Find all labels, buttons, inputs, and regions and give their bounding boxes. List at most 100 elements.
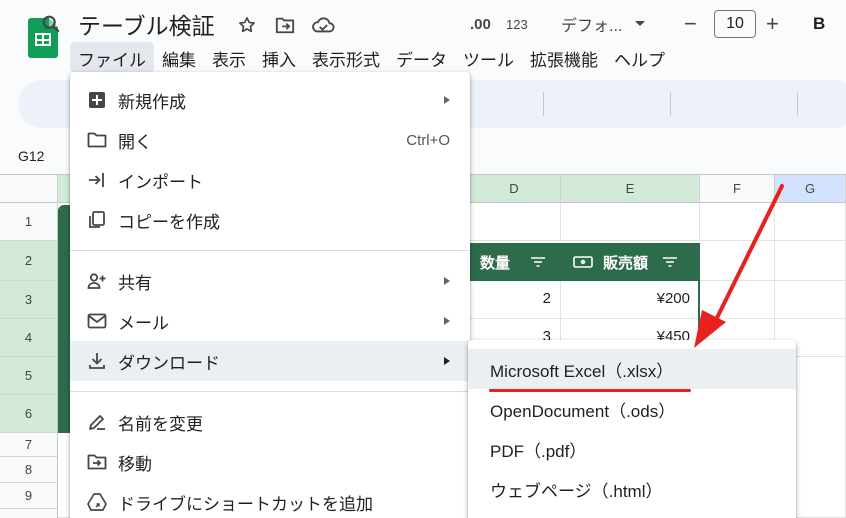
download-submenu: Microsoft Excel（.xlsx） OpenDocument（.ods… — [468, 340, 796, 518]
row-header-1[interactable]: 1 — [0, 203, 58, 241]
decimal-increase-icon[interactable]: .00 — [470, 0, 491, 48]
folder-icon — [86, 129, 108, 151]
rename-icon — [86, 411, 108, 433]
file-menu-import[interactable]: インポート — [70, 160, 470, 200]
menu-view[interactable]: 表示 — [204, 42, 254, 72]
font-size-increase-button[interactable]: + — [766, 0, 779, 48]
submenu-arrow-icon — [444, 96, 450, 104]
mail-icon — [86, 310, 108, 332]
download-excel-label: Microsoft Excel（.xlsx） — [490, 361, 674, 381]
name-box[interactable]: G12 — [18, 148, 44, 164]
row-header-5[interactable]: 5 — [0, 357, 58, 395]
download-icon — [86, 350, 108, 372]
file-menu-download-label: ダウンロード — [118, 353, 220, 373]
move-icon — [86, 451, 108, 473]
row-header-6[interactable]: 6 — [0, 395, 58, 433]
cell-e1[interactable] — [561, 203, 700, 241]
font-size-decrease-button[interactable]: − — [684, 0, 697, 48]
download-ods[interactable]: OpenDocument（.ods） — [468, 389, 796, 429]
toolbar-divider — [670, 92, 671, 116]
row-header-8[interactable]: 8 — [0, 457, 58, 483]
copy-icon — [86, 209, 108, 231]
table-header-quantity[interactable]: 数量 — [468, 243, 561, 281]
row-header-7[interactable]: 7 — [0, 433, 58, 457]
star-icon[interactable] — [234, 12, 260, 38]
file-menu-make-copy[interactable]: コピーを作成 — [70, 200, 470, 240]
filter-icon[interactable] — [662, 256, 678, 268]
annotation-underline — [489, 389, 691, 392]
cell-area-right[interactable] — [796, 357, 846, 518]
file-menu-add-shortcut[interactable]: ドライブにショートカットを追加 — [70, 482, 470, 518]
submenu-arrow-icon — [444, 277, 450, 285]
menu-insert[interactable]: 挿入 — [254, 42, 304, 72]
search-menus-icon[interactable] — [40, 0, 62, 48]
cell-d1[interactable] — [468, 203, 561, 241]
download-html-label: ウェブページ（.html） — [490, 481, 663, 501]
cell-d3-value[interactable]: 2 — [468, 290, 551, 307]
file-menu-email-label: メール — [118, 313, 169, 333]
file-menu-make-copy-label: コピーを作成 — [118, 212, 220, 232]
file-menu-open[interactable]: 開く Ctrl+O — [70, 120, 470, 160]
menu-divider — [70, 250, 470, 251]
annotation-arrow-icon — [694, 184, 784, 348]
table-left-edge — [58, 205, 70, 433]
file-menu-share-label: 共有 — [118, 273, 152, 293]
download-pdf[interactable]: PDF（.pdf） — [468, 429, 796, 469]
new-sheet-icon — [86, 89, 108, 111]
select-all-corner[interactable] — [0, 175, 58, 203]
menu-data[interactable]: データ — [388, 42, 455, 72]
menu-divider — [70, 391, 470, 392]
header-sales-label: 販売額 — [603, 254, 649, 272]
drive-shortcut-icon — [86, 491, 108, 513]
shortcut-label: Ctrl+O — [406, 131, 450, 149]
folder-move-icon[interactable] — [272, 12, 298, 38]
file-menu-download[interactable]: ダウンロード — [70, 341, 470, 381]
file-menu-move[interactable]: 移動 — [70, 442, 470, 482]
caret-down-icon — [635, 21, 646, 26]
submenu-arrow-icon — [444, 357, 450, 365]
share-person-icon — [86, 270, 108, 292]
file-menu-new[interactable]: 新規作成 — [70, 80, 470, 120]
document-title[interactable]: テーブル検証 — [78, 7, 215, 41]
font-size-field[interactable]: 10 — [714, 0, 756, 48]
file-menu-move-label: 移動 — [118, 454, 152, 474]
sheets-window: テーブル検証 ファイル 編集 表示 挿入 表示形式 データ ツール 拡張機能 ヘ… — [0, 0, 846, 518]
filter-icon[interactable] — [530, 256, 546, 268]
column-header-d[interactable]: D — [468, 175, 561, 203]
row-header-10[interactable] — [0, 509, 58, 518]
file-menu-rename[interactable]: 名前を変更 — [70, 402, 470, 442]
currency-icon — [573, 256, 593, 268]
table-header-sales[interactable]: 販売額 — [561, 243, 700, 281]
cell-e3-value[interactable]: ¥200 — [561, 290, 690, 307]
menu-file[interactable]: ファイル — [70, 42, 154, 72]
cloud-status-icon[interactable] — [310, 12, 336, 38]
row-header-4[interactable]: 4 — [0, 319, 58, 357]
row-header-3[interactable]: 3 — [0, 281, 58, 319]
file-menu-rename-label: 名前を変更 — [118, 414, 203, 434]
font-family-select[interactable]: デフォ... — [561, 0, 646, 48]
file-menu-import-label: インポート — [118, 172, 203, 192]
row-header-9[interactable]: 9 — [0, 483, 58, 509]
download-pdf-label: PDF（.pdf） — [490, 441, 587, 461]
menu-edit[interactable]: 編集 — [154, 42, 204, 72]
toolbar-divider — [543, 92, 544, 116]
file-menu-email[interactable]: メール — [70, 301, 470, 341]
bold-button[interactable]: B — [813, 0, 825, 48]
download-html[interactable]: ウェブページ（.html） — [468, 469, 796, 509]
toolbar-divider — [797, 92, 798, 116]
row-header-2[interactable]: 2 — [0, 241, 58, 281]
menu-format[interactable]: 表示形式 — [304, 42, 388, 72]
file-menu: 新規作成 開く Ctrl+O インポート コピーを作成 共有 メール ダウンロー… — [70, 72, 470, 518]
file-menu-open-label: 開く — [118, 132, 152, 152]
font-family-value: デフォ... — [561, 18, 623, 35]
more-formats-button[interactable]: 123 — [506, 0, 528, 48]
font-size-value[interactable]: 10 — [714, 10, 756, 38]
column-header-e[interactable]: E — [561, 175, 700, 203]
submenu-arrow-icon — [444, 317, 450, 325]
file-menu-add-shortcut-label: ドライブにショートカットを追加 — [118, 494, 373, 514]
import-icon — [86, 169, 108, 191]
header-quantity-label: 数量 — [480, 254, 511, 272]
file-menu-share[interactable]: 共有 — [70, 261, 470, 301]
download-ods-label: OpenDocument（.ods） — [490, 401, 676, 421]
file-menu-new-label: 新規作成 — [118, 92, 186, 112]
